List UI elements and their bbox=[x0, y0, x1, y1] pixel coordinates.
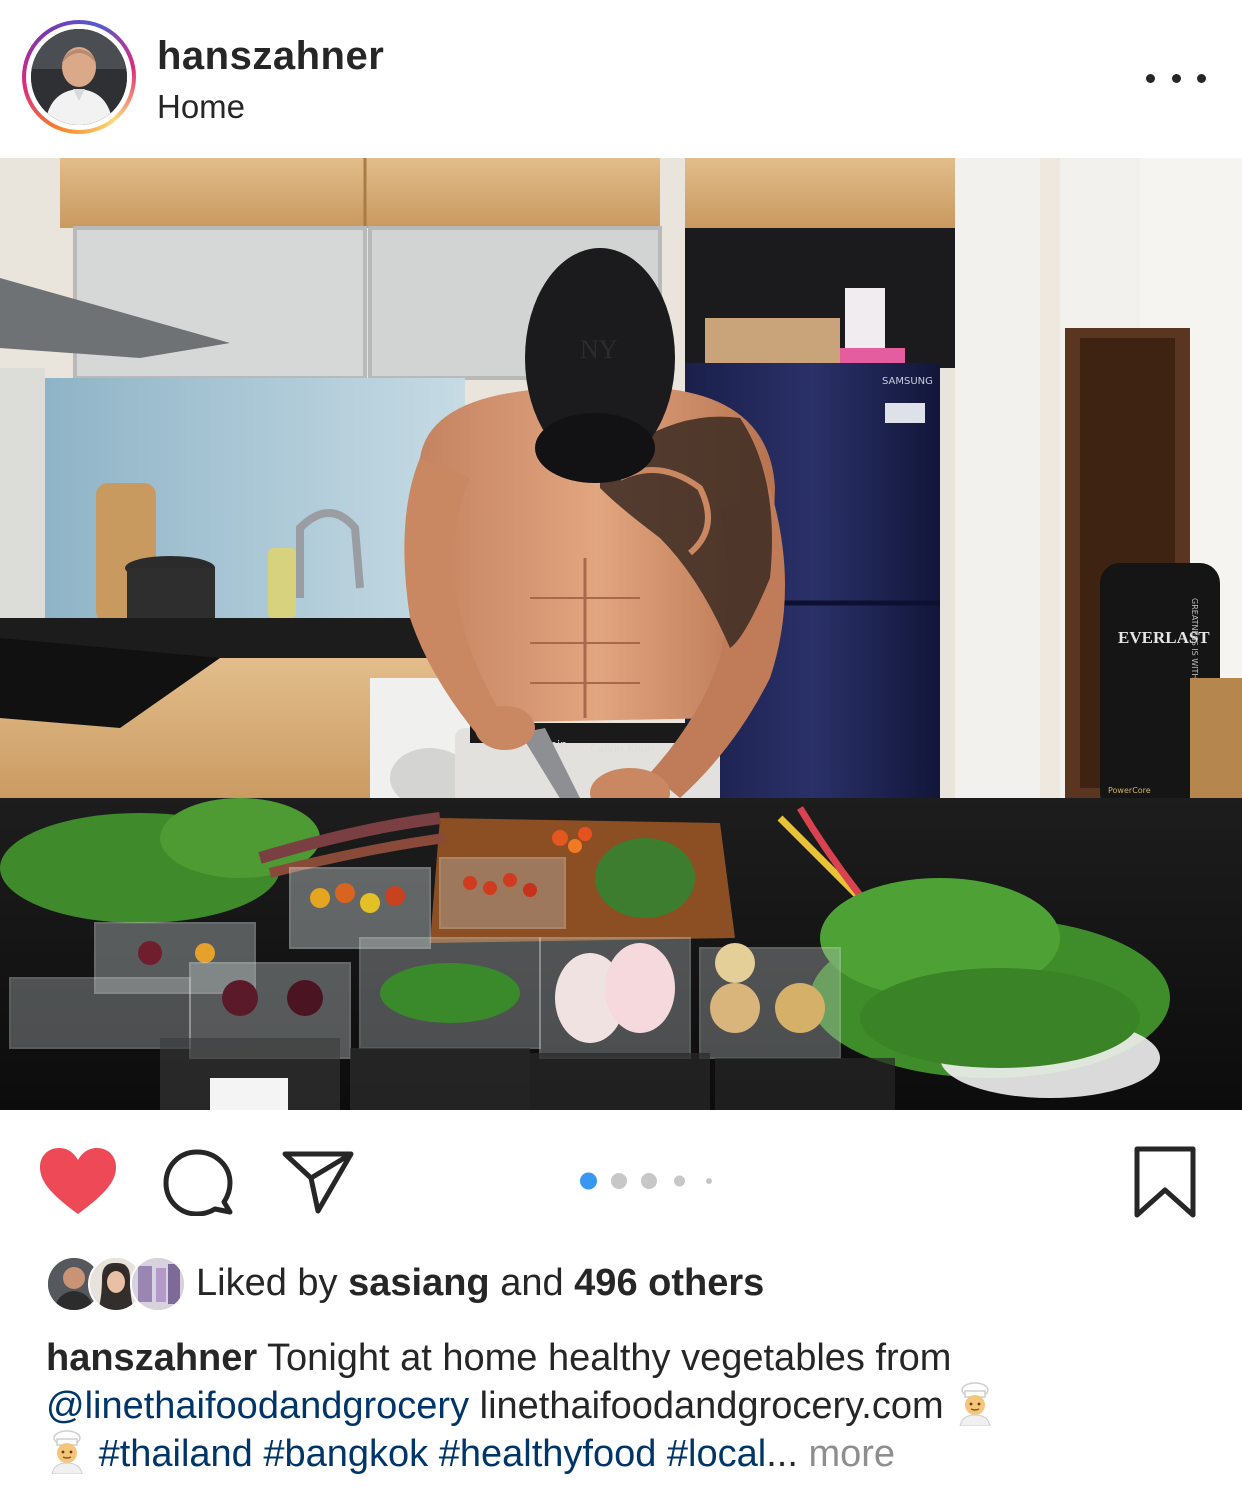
like-button[interactable] bbox=[40, 1148, 116, 1221]
avatar bbox=[130, 1256, 186, 1312]
share-button[interactable] bbox=[282, 1148, 354, 1221]
comment-button[interactable] bbox=[162, 1148, 234, 1221]
waistband-right: Calvin Klein bbox=[590, 742, 655, 755]
post-location[interactable]: Home bbox=[157, 88, 245, 126]
carousel-indicator[interactable] bbox=[580, 1171, 720, 1191]
carousel-dot bbox=[580, 1172, 597, 1190]
avatar[interactable] bbox=[31, 29, 127, 125]
top-liker-username[interactable]: sasiang bbox=[348, 1262, 490, 1304]
svg-text:NY: NY bbox=[580, 335, 618, 364]
chef-emoji-icon bbox=[959, 1382, 991, 1426]
likes-count[interactable]: 496 others bbox=[574, 1262, 764, 1304]
caption-mention[interactable]: @linethaifoodandgrocery bbox=[46, 1385, 469, 1427]
save-button[interactable] bbox=[1133, 1146, 1197, 1223]
carousel-dot bbox=[641, 1173, 657, 1189]
post-author-username[interactable]: hanszahner bbox=[157, 34, 384, 79]
more-dot-icon bbox=[1197, 73, 1206, 83]
more-options-button[interactable] bbox=[1146, 58, 1206, 98]
post-caption: hanszahner Tonight at home healthy veget… bbox=[46, 1334, 1206, 1478]
caption-link-text: linethaifoodandgrocery.com bbox=[479, 1385, 944, 1427]
likes-joiner: and bbox=[500, 1262, 564, 1304]
caption-more-link[interactable]: more bbox=[808, 1433, 895, 1475]
caption-ellipsis: ... bbox=[766, 1433, 798, 1475]
more-dot-icon bbox=[1146, 73, 1155, 83]
carousel-dot bbox=[674, 1175, 685, 1187]
caption-hashtags[interactable]: #thailand #bangkok #healthyfood #local bbox=[99, 1433, 767, 1475]
bookmark-icon bbox=[1134, 1146, 1196, 1218]
caption-username[interactable]: hanszahner bbox=[46, 1337, 257, 1379]
carousel-dot bbox=[611, 1173, 627, 1189]
likes-summary[interactable]: Liked by sasiang and 496 others bbox=[196, 1262, 764, 1305]
liker-avatars[interactable] bbox=[46, 1256, 186, 1312]
heart-icon bbox=[40, 1148, 116, 1214]
bag-subtext: GREATNESS IS WITHIN bbox=[1190, 598, 1199, 688]
carousel-dot bbox=[706, 1178, 712, 1184]
bag-bottom: PowerCore bbox=[1108, 786, 1151, 795]
story-ring[interactable] bbox=[22, 20, 136, 134]
comment-icon bbox=[163, 1149, 233, 1217]
post-header: hanszahner Home bbox=[0, 0, 1242, 158]
more-dot-icon bbox=[1171, 73, 1181, 83]
post-photo[interactable]: SAMSUNG EVERLAST PowerCore GREATNESS IS … bbox=[0, 158, 1242, 1110]
paper-plane-icon bbox=[282, 1151, 354, 1214]
chef-emoji-icon bbox=[51, 1430, 83, 1474]
caption-text: Tonight at home healthy vegetables from bbox=[267, 1337, 952, 1379]
likes-prefix: Liked by bbox=[196, 1262, 338, 1304]
fridge-brand: SAMSUNG bbox=[882, 376, 933, 387]
